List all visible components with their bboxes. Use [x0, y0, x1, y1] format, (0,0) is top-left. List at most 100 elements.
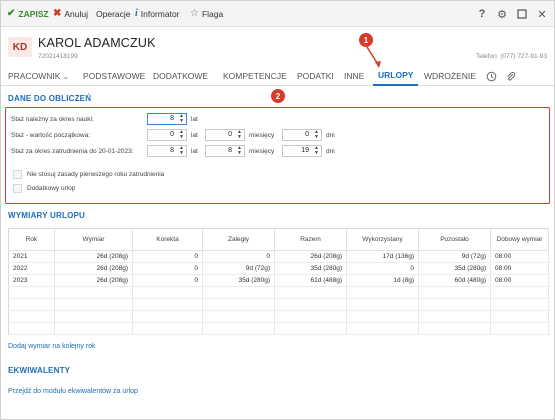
toolbar: ✔ ZAPISZ ✖ Anuluj Operacje i Informator …	[1, 1, 554, 27]
operations-button[interactable]: Operacje	[96, 8, 131, 20]
education-years-input[interactable]: 8 ▲ ▼	[147, 113, 187, 125]
column-header[interactable]: Rok	[8, 228, 55, 251]
column-header[interactable]: Wymiar	[54, 228, 133, 251]
info-icon: i	[135, 8, 138, 19]
field-label-employment: Staż za okres zatrudnienia do 20-01-2023…	[11, 148, 134, 155]
settings-gear-icon[interactable]: ⚙	[495, 7, 509, 21]
table-cell: 2021	[8, 250, 55, 263]
stepper-icon[interactable]: ▲ ▼	[314, 130, 319, 140]
stepper-icon[interactable]: ▲ ▼	[179, 130, 184, 140]
initial-days-input[interactable]: 0 ▲ ▼	[282, 129, 322, 141]
tab-dodatkowe[interactable]: DODATKOWE	[153, 71, 208, 81]
table-cell: 26d (208g)	[274, 250, 347, 263]
table-cell: 0	[132, 262, 203, 275]
close-window-icon[interactable]: ✕	[535, 7, 549, 21]
table-cell: 35d (280g)	[274, 262, 347, 275]
window: ✔ ZAPISZ ✖ Anuluj Operacje i Informator …	[0, 0, 555, 420]
table-row-empty	[8, 310, 549, 323]
table-cell: 0	[132, 274, 203, 287]
table-cell: 1d (8g)	[346, 274, 419, 287]
table-cell: 08:00	[490, 274, 549, 287]
cancel-button[interactable]: ✖ Anuluj	[53, 8, 88, 20]
table-cell: 9d (72g)	[202, 262, 275, 275]
table-header-row: Rok Wymiar Korekta Zaległy Razem Wykorzy…	[8, 228, 549, 251]
table-cell: 08:00	[490, 250, 549, 263]
unit-label: dni	[326, 132, 335, 139]
tab-urlopy[interactable]: URLOPY	[378, 70, 413, 80]
callout-1: 1	[359, 33, 373, 47]
table-cell: 61d (488g)	[274, 274, 347, 287]
section-title-equivalents: EKWIWALENTY	[8, 366, 71, 375]
column-header[interactable]: Wykorzystany	[346, 228, 419, 251]
table-cell: 0	[202, 250, 275, 263]
stepper-icon[interactable]: ▲ ▼	[314, 146, 319, 156]
unit-label: miesięcy	[249, 148, 275, 155]
unit-label: dni	[326, 148, 335, 155]
checkmark-icon: ✔	[7, 8, 16, 19]
table-cell: 35d (280g)	[202, 274, 275, 287]
callout-2: 2	[271, 89, 285, 103]
initial-months-input[interactable]: 0 ▲ ▼	[205, 129, 245, 141]
employment-years-input[interactable]: 8 ▲ ▼	[147, 145, 187, 157]
employment-days-input[interactable]: 19 ▲ ▼	[282, 145, 322, 157]
first-year-rule-checkbox[interactable]	[13, 170, 22, 179]
column-header[interactable]: Pozostało	[418, 228, 491, 251]
tab-podstawowe[interactable]: PODSTAWOWE	[83, 71, 145, 81]
section-title-vacation: WYMIARY URLOPU	[8, 211, 86, 220]
callout-arrow-icon	[366, 46, 381, 68]
table-row-empty	[8, 286, 549, 299]
table-cell: 2023	[8, 274, 55, 287]
field-label-initial: Staż - wartość początkowa:	[11, 132, 91, 139]
tab-bar: PRACOWNIK ⌄ PODSTAWOWE DODATKOWE KOMPETE…	[1, 66, 554, 86]
additional-leave-label: Dodatkowy urlop	[27, 185, 76, 192]
stepper-icon[interactable]: ▲ ▼	[237, 146, 242, 156]
unit-label: lat	[191, 148, 198, 155]
tab-wdrozenie[interactable]: WDROŻENIE	[424, 71, 476, 81]
history-icon[interactable]	[485, 70, 497, 82]
additional-leave-checkbox[interactable]	[13, 184, 22, 193]
table-cell: 26d (208g)	[54, 250, 133, 263]
help-icon[interactable]: ?	[475, 7, 489, 21]
table-cell: 0	[346, 262, 419, 275]
active-tab-indicator	[373, 84, 418, 86]
add-year-link[interactable]: Dodaj wymiar na kolejny rok	[8, 343, 96, 350]
chevron-down-icon: ⌄	[62, 74, 69, 81]
stepper-icon[interactable]: ▲ ▼	[179, 146, 184, 156]
flag-button[interactable]: ☆ Flaga	[190, 8, 223, 20]
table-cell: 0	[132, 250, 203, 263]
employee-name: KAROL ADAMCZUK	[38, 36, 156, 50]
unit-label: miesięcy	[249, 132, 275, 139]
table-cell: 35d (280g)	[418, 262, 491, 275]
table-cell: 26d (208g)	[54, 274, 133, 287]
column-header[interactable]: Korekta	[132, 228, 203, 251]
tab-podatki[interactable]: PODATKI	[297, 71, 334, 81]
tab-pracownik[interactable]: PRACOWNIK ⌄	[8, 71, 69, 81]
field-label-education: Staż należny za okres nauki:	[11, 116, 94, 123]
table-row-empty	[8, 322, 549, 335]
star-icon: ☆	[190, 8, 199, 19]
maximize-icon[interactable]	[515, 7, 529, 21]
table-cell: 17d (136g)	[346, 250, 419, 263]
employment-months-input[interactable]: 8 ▲ ▼	[205, 145, 245, 157]
column-header[interactable]: Dobowy wymiar	[490, 228, 549, 251]
table-row-empty	[8, 298, 549, 311]
column-header[interactable]: Zaległy	[202, 228, 275, 251]
table-row[interactable]: 2021 26d (208g) 0 0 26d (208g) 17d (136g…	[8, 250, 549, 263]
vacation-table: Rok Wymiar Korekta Zaległy Razem Wykorzy…	[8, 228, 549, 335]
avatar: KD	[8, 37, 32, 57]
save-button[interactable]: ✔ ZAPISZ	[7, 8, 49, 20]
table-row[interactable]: 2023 26d (208g) 0 35d (280g) 61d (488g) …	[8, 274, 549, 287]
informator-button[interactable]: i Informator	[135, 8, 180, 20]
close-icon: ✖	[53, 8, 62, 19]
table-row[interactable]: 2022 26d (208g) 0 9d (72g) 35d (280g) 0 …	[8, 262, 549, 275]
tab-kompetencje[interactable]: KOMPETENCJE	[223, 71, 287, 81]
stepper-icon[interactable]: ▲ ▼	[179, 114, 184, 124]
attachment-icon[interactable]	[504, 70, 516, 82]
column-header[interactable]: Razem	[274, 228, 347, 251]
unit-label: lat	[191, 116, 198, 123]
stepper-icon[interactable]: ▲ ▼	[237, 130, 242, 140]
unit-label: lat	[191, 132, 198, 139]
tab-inne[interactable]: INNE	[344, 71, 364, 81]
initial-years-input[interactable]: 0 ▲ ▼	[147, 129, 187, 141]
equivalents-module-link[interactable]: Przejdź do modułu ekwiwalentów za urlop	[8, 388, 138, 395]
